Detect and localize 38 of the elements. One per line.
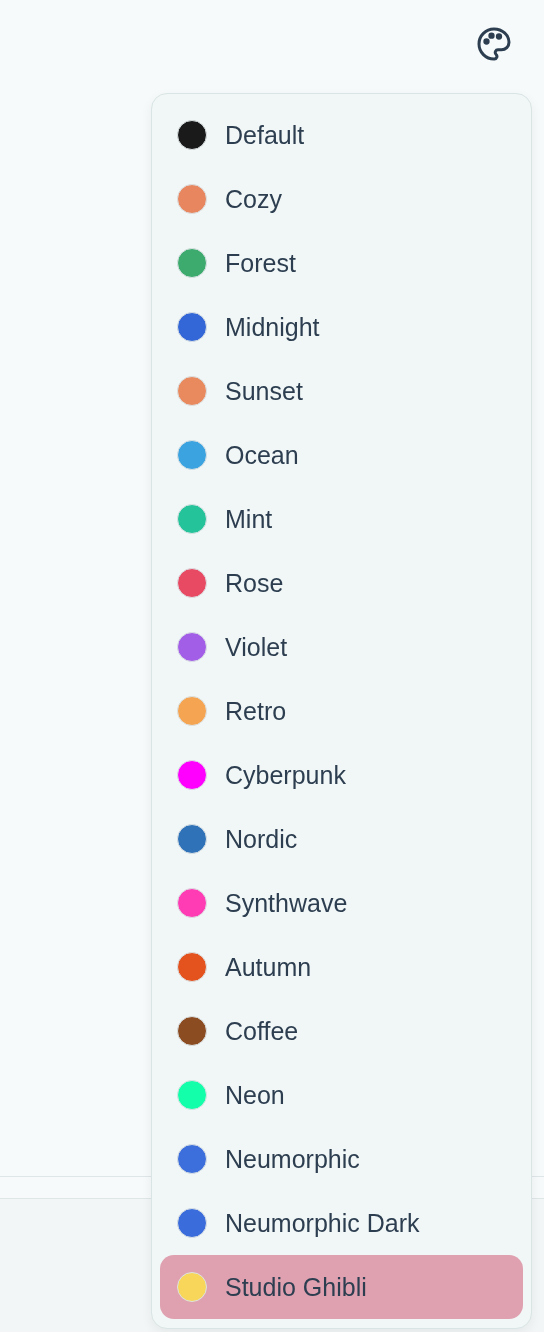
theme-label: Coffee	[225, 1016, 299, 1046]
theme-option[interactable]: Cozy	[160, 167, 523, 231]
theme-label: Sunset	[225, 376, 303, 406]
theme-label: Mint	[225, 504, 273, 534]
theme-label: Midnight	[225, 312, 320, 342]
theme-label: Neon	[225, 1080, 285, 1110]
theme-option[interactable]: Neon	[160, 1063, 523, 1127]
theme-option[interactable]: Forest	[160, 231, 523, 295]
theme-label: Cyberpunk	[225, 760, 346, 790]
theme-option[interactable]: Synthwave	[160, 871, 523, 935]
theme-option[interactable]: Sunset	[160, 359, 523, 423]
theme-label: Autumn	[225, 952, 312, 982]
theme-label: Cozy	[225, 184, 282, 214]
theme-option[interactable]: Default	[160, 103, 523, 167]
theme-label: Studio Ghibli	[225, 1272, 367, 1302]
theme-option[interactable]: Ocean	[160, 423, 523, 487]
theme-label: Neumorphic	[225, 1144, 360, 1174]
theme-label: Nordic	[225, 824, 298, 854]
theme-option[interactable]: Coffee	[160, 999, 523, 1063]
theme-option[interactable]: Midnight	[160, 295, 523, 359]
theme-label: Synthwave	[225, 888, 348, 918]
theme-label: Default	[225, 120, 305, 150]
theme-label: Rose	[225, 568, 284, 598]
theme-option[interactable]: Retro	[160, 679, 523, 743]
theme-option[interactable]: Studio Ghibli	[160, 1255, 523, 1319]
theme-option[interactable]: Neumorphic	[160, 1127, 523, 1191]
theme-option[interactable]: Autumn	[160, 935, 523, 999]
theme-option[interactable]: Mint	[160, 487, 523, 551]
theme-label: Ocean	[225, 440, 299, 470]
theme-label: Retro	[225, 696, 287, 726]
theme-option[interactable]: Nordic	[160, 807, 523, 871]
theme-label: Forest	[225, 248, 296, 278]
theme-option[interactable]: Cyberpunk	[160, 743, 523, 807]
theme-label: Violet	[225, 632, 288, 662]
theme-option[interactable]: Rose	[160, 551, 523, 615]
theme-label: Neumorphic Dark	[225, 1208, 420, 1238]
theme-option[interactable]: Violet	[160, 615, 523, 679]
theme-option[interactable]: Neumorphic Dark	[160, 1191, 523, 1255]
